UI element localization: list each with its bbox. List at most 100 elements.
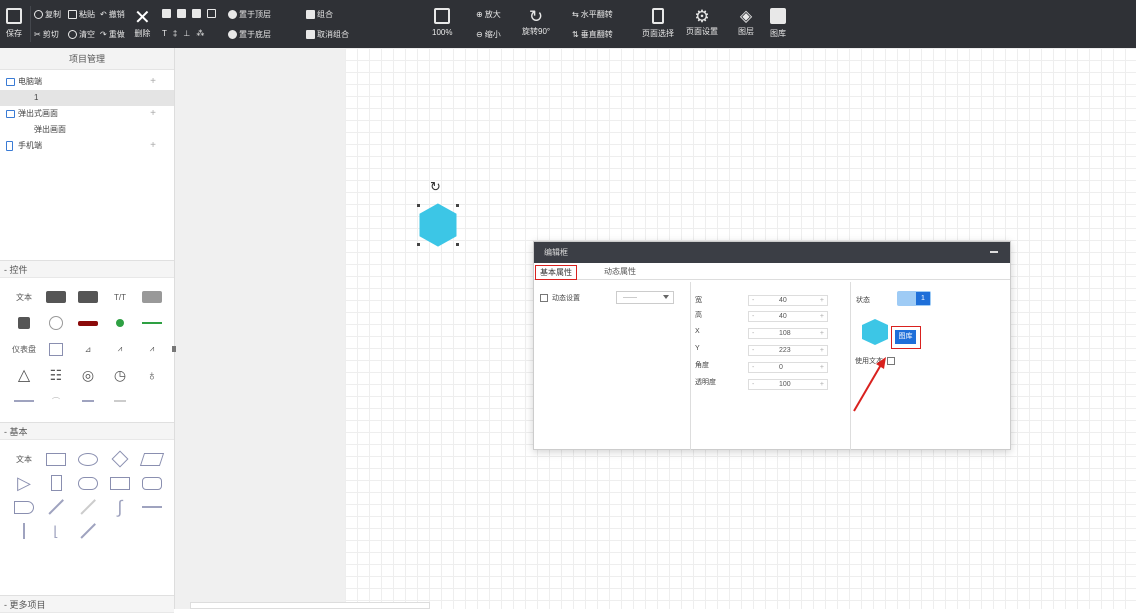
ungroup-button[interactable]: 取消组合	[306, 29, 349, 40]
switch-control[interactable]	[10, 314, 38, 332]
dialog-header[interactable]: 编辑框	[534, 242, 1010, 263]
align-right-icon[interactable]	[192, 9, 201, 18]
y-stepper[interactable]: -223 +	[748, 345, 828, 356]
panel-toggle-handle[interactable]	[172, 346, 176, 352]
section-controls[interactable]: - 控件	[0, 260, 174, 278]
align-bottom-icon[interactable]: ⊥	[183, 29, 190, 38]
tree-item-page-1[interactable]: 1	[0, 90, 174, 106]
tree-item-mobile[interactable]: 手机端 +	[0, 138, 174, 154]
dash-control-2[interactable]	[106, 392, 134, 410]
opacity-stepper[interactable]: -100 +	[748, 379, 828, 390]
rectangle-shape[interactable]	[42, 450, 70, 468]
zoom-level[interactable]: 100%	[432, 8, 452, 37]
area-chart-icon[interactable]: ⊿	[74, 340, 102, 358]
copy-button[interactable]: 复制	[34, 9, 61, 20]
distribute-icon[interactable]: ⁂	[196, 29, 204, 38]
text-control[interactable]: 文本	[10, 288, 38, 306]
selected-hexagon-shape[interactable]	[416, 203, 460, 247]
vline-shape[interactable]	[10, 522, 38, 540]
zoom-in-button[interactable]: ⊕ 放大	[476, 9, 501, 20]
dash-control[interactable]	[74, 392, 102, 410]
meter-icon[interactable]: ◎	[74, 366, 102, 384]
tab-basic-properties[interactable]: 基本属性	[535, 265, 577, 280]
tree-item-desktop[interactable]: 电脑端 +	[0, 74, 174, 90]
clock-icon[interactable]: ◷	[106, 366, 134, 384]
align-center-icon[interactable]	[177, 9, 186, 18]
image-library-button[interactable]: 图库	[770, 8, 786, 39]
dynamic-setting[interactable]: 动态设置	[540, 293, 580, 303]
cylinder-shape[interactable]	[42, 474, 70, 492]
hline-shape[interactable]	[138, 498, 166, 516]
rounded-rect-shape[interactable]	[138, 474, 166, 492]
line-shape-light[interactable]	[74, 498, 102, 516]
ellipse-shape[interactable]	[74, 450, 102, 468]
add-icon[interactable]: +	[150, 74, 156, 90]
state-toggle[interactable]: 1	[897, 291, 931, 306]
bar-control[interactable]	[74, 314, 102, 332]
slider-control[interactable]	[138, 314, 166, 332]
zoom-out-button[interactable]: ⊖ 缩小	[476, 29, 501, 40]
undo-button[interactable]: ↶ 撤销	[100, 9, 125, 20]
align-justify-icon[interactable]	[207, 9, 216, 18]
x-stepper[interactable]: -108 +	[748, 328, 828, 339]
clear-button[interactable]: 清空	[68, 29, 95, 40]
line-chart-alt-icon[interactable]: ⩘	[138, 340, 166, 358]
flip-vertical-button[interactable]: ⇅ 垂直翻转	[572, 29, 613, 40]
section-basic[interactable]: - 基本	[0, 422, 174, 440]
tag-shape[interactable]	[10, 498, 38, 516]
gauge-control[interactable]: 仪表盘	[10, 340, 38, 358]
delete-button[interactable]: ✕ 删除	[134, 8, 151, 39]
dynamic-setting-checkbox[interactable]	[540, 294, 548, 303]
callout-shape[interactable]	[106, 474, 134, 492]
save-button[interactable]: 保存	[6, 8, 22, 39]
page-settings-button[interactable]: ⚙ 页面设置	[686, 8, 718, 37]
control-item[interactable]	[74, 288, 102, 306]
line-control[interactable]	[10, 392, 38, 410]
paste-button[interactable]: 粘贴	[68, 9, 95, 20]
align-left-icon[interactable]	[162, 9, 171, 18]
height-stepper[interactable]: -40 +	[748, 311, 828, 322]
layer-button[interactable]: ◈ 图层	[738, 8, 754, 37]
diamond-shape[interactable]	[106, 450, 134, 468]
redo-button[interactable]: ↷ 重做	[100, 29, 125, 40]
minimize-icon[interactable]	[990, 251, 998, 253]
arrow-line-shape[interactable]	[74, 522, 102, 540]
bring-front-button[interactable]: 置于顶层	[228, 9, 271, 20]
curve-shape[interactable]: ∫	[106, 497, 134, 517]
section-more[interactable]: - 更多项目	[0, 595, 174, 613]
bulb-icon[interactable]	[42, 314, 70, 332]
table-icon[interactable]: ☷	[42, 366, 70, 384]
angle-stepper[interactable]: -0 +	[748, 362, 828, 373]
align-middle-icon[interactable]: ‡	[173, 29, 177, 38]
line-chart-icon[interactable]: ⩘	[106, 340, 134, 358]
polyline-shape[interactable]: ⌊	[42, 522, 70, 540]
parallelogram-shape[interactable]	[138, 450, 166, 468]
text-shape[interactable]: 文本	[10, 450, 38, 468]
cut-button[interactable]: ✂ 剪切	[34, 29, 59, 40]
tab-dynamic-properties[interactable]: 动态属性	[600, 265, 640, 280]
add-icon[interactable]: +	[150, 106, 156, 122]
tree-item-popup[interactable]: 弹出式画面 +	[0, 106, 174, 122]
control-item[interactable]	[42, 288, 70, 306]
chart-icon[interactable]	[42, 340, 70, 358]
icon-library-button[interactable]: 图库	[895, 330, 916, 344]
alarm-icon[interactable]: △	[10, 366, 38, 384]
tt-control[interactable]: T/T	[106, 288, 134, 306]
capsule-shape[interactable]	[74, 474, 102, 492]
lightbulb-icon[interactable]: ♁	[138, 366, 166, 384]
curve-control[interactable]: ⌒	[42, 392, 70, 410]
control-item[interactable]	[138, 288, 166, 306]
tree-item-popup-page[interactable]: 弹出画面	[0, 122, 174, 138]
width-stepper[interactable]: -40 +	[748, 295, 828, 306]
rotate-button[interactable]: ↻ 旋转90°	[522, 8, 550, 37]
align-top-icon[interactable]: T	[162, 29, 167, 38]
add-icon[interactable]: +	[150, 138, 156, 154]
rotate-handle-icon[interactable]: ↻	[430, 180, 441, 193]
flip-horizontal-button[interactable]: ⇆ 水平翻转	[572, 9, 613, 20]
page-select-button[interactable]: 页面选择	[642, 8, 674, 39]
dynamic-setting-select[interactable]: ——	[616, 291, 674, 304]
group-button[interactable]: 组合	[306, 9, 333, 20]
line-shape[interactable]	[42, 498, 70, 516]
send-back-button[interactable]: 置于底层	[228, 29, 271, 40]
triangle-shape[interactable]: ▷	[10, 473, 38, 493]
